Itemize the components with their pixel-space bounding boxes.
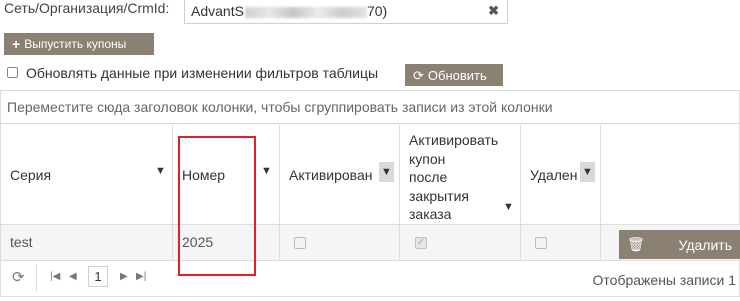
filter-icon[interactable]: ▼ [379,162,394,182]
column-header-deleted[interactable]: Удален ▼ [521,125,601,223]
activate-after-close-checkbox: ✓ [415,237,427,249]
redacted-value [244,6,367,18]
auto-update-label: Обновлять данные при изменении фильтров … [26,65,379,81]
refresh-icon: ⟳ [413,67,424,83]
plus-icon: + [12,36,21,52]
trash-icon: 🗑 [627,236,645,252]
clear-icon[interactable]: ✖ [488,3,499,19]
filter-icon[interactable]: ▼ [155,165,166,177]
refresh-label: Обновить [427,67,487,83]
pager-divider [36,264,37,292]
column-header-label: Серия [10,167,52,183]
column-header-label: Активировать купон после закрытия заказа [409,132,499,222]
filter-icon[interactable]: ▼ [503,201,514,213]
next-page-icon[interactable]: ▶ [120,271,128,282]
refresh-icon[interactable]: ⟳ [12,268,25,286]
table-cell: ✓ [400,224,521,261]
issue-coupons-button[interactable]: + Выпустить купоны [4,33,154,55]
organization-select-value: AdvantS 70) [191,3,388,19]
organization-filter-label: Сеть/Организация/CrmId: [4,0,170,16]
group-panel-text: Переместите сюда заголовок колонки, чтоб… [7,99,553,115]
filter-icon[interactable]: ▼ [580,162,595,182]
auto-update-checkbox[interactable] [7,67,18,78]
column-header-series[interactable]: Серия ▼ [1,125,173,223]
column-header-activate-after-close[interactable]: Активировать купон после закрытия заказа… [400,125,521,223]
prev-page-icon[interactable]: ◀ [69,271,77,282]
activated-checkbox [294,237,306,249]
last-page-icon[interactable]: ▶| [136,271,146,282]
table-cell [280,224,400,261]
highlight-box [178,136,256,276]
organization-select[interactable]: AdvantS 70) ✖ [184,0,508,24]
delete-label: Удалить [678,236,732,253]
issue-coupons-label: Выпустить купоны [24,37,127,51]
series-value: test [10,234,33,250]
column-header-actions [601,125,740,223]
refresh-button[interactable]: ⟳ Обновить [405,64,503,86]
column-header-label: Удален [530,167,578,183]
page-number-input[interactable]: 1 [88,266,108,287]
first-page-icon[interactable]: |◀ [50,271,60,282]
group-panel[interactable]: Переместите сюда заголовок колонки, чтоб… [1,91,740,124]
table-cell: test [1,224,173,261]
delete-button[interactable]: 🗑 Удалить [619,230,740,259]
deleted-checkbox [535,237,547,249]
filter-icon[interactable]: ▼ [261,165,272,177]
column-header-activated[interactable]: Активирован ▼ [280,125,400,223]
table-cell [521,224,601,261]
column-header-label: Активирован [289,167,373,183]
pager-info: Отображены записи 1 [592,272,736,288]
